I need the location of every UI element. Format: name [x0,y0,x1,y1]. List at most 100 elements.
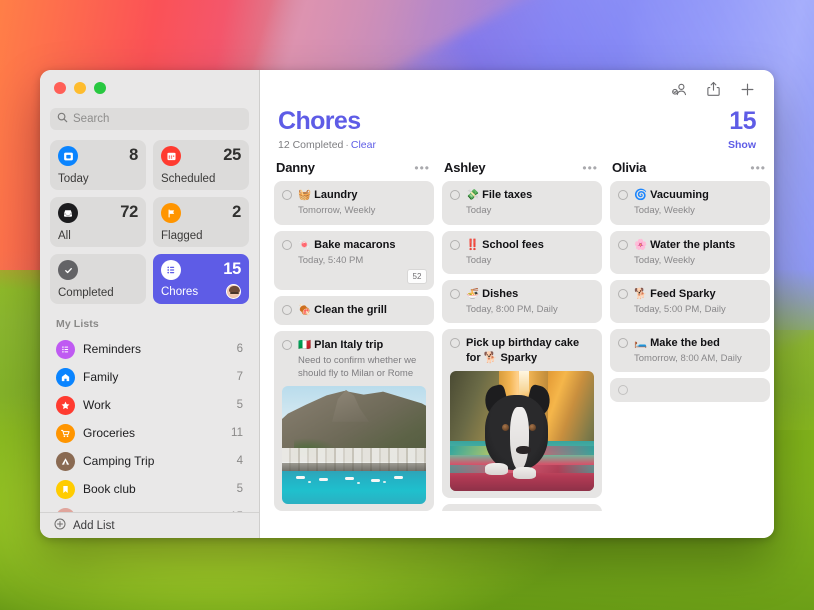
zoom-button[interactable] [94,82,106,94]
column-danny: Danny ••• 🧺 Laundry Tomorrow, Weekly [274,160,434,501]
reminder-subtitle: Today [466,255,594,267]
complete-circle-icon[interactable] [450,240,460,250]
complete-circle-icon[interactable] [618,240,628,250]
reminder-card[interactable]: Pick up birthday cake for 🐕 Sparky [442,329,602,498]
reminder-card[interactable]: 🌀 Vacuuming Today, Weekly [610,181,770,224]
share-button[interactable] [704,80,722,98]
new-reminder-row[interactable] [442,504,602,511]
column-header: Danny ••• [274,160,434,181]
add-reminder-button[interactable] [738,80,756,98]
reminder-card[interactable]: 🍬 Bake macarons Today, 5:40 PM 52 [274,231,434,290]
house-icon [56,368,75,387]
reminder-title-text: Pick up birthday cake for 🐕 Sparky [466,337,579,364]
reminder-card[interactable]: 🧺 Laundry Tomorrow, Weekly [274,181,434,224]
ellipsis-icon[interactable]: ••• [414,162,430,174]
complete-circle-icon[interactable] [282,190,292,200]
reminder-card[interactable]: ‼️ School fees Today [442,231,602,274]
reminder-photo-italy[interactable] [282,386,426,504]
reminder-card[interactable]: 🛏️ Make the bed Tomorrow, 8:00 AM, Daily [610,329,770,372]
completed-summary: 12 Completed·Clear [278,139,376,151]
ellipsis-icon[interactable]: ••• [750,162,766,174]
list-label: Family [83,370,229,384]
close-button[interactable] [54,82,66,94]
reminder-emoji: 🌸 [634,239,647,251]
sidebar-item-family[interactable]: Family 7 [48,363,251,391]
reminder-title: 🐕 Feed Sparky [634,287,762,302]
reminder-emoji: ‼️ [466,239,479,251]
complete-circle-icon[interactable] [618,190,628,200]
column-scroll[interactable]: 🌀 Vacuuming Today, Weekly 🌸 Water the pl… [610,181,770,511]
list-count: 5 [237,399,243,411]
reminder-title: 💸 File taxes [466,188,594,203]
add-list-button[interactable]: Add List [40,512,259,538]
reminder-card[interactable]: 💸 File taxes Today [442,181,602,224]
search-container: Search [40,94,259,130]
reminder-note: Need to confirm whether we should fly to… [298,355,426,381]
attachment-badge[interactable]: 52 [407,269,427,284]
complete-circle-icon[interactable] [450,289,460,299]
list-label: Work [83,398,229,412]
list-label: Camping Trip [83,454,229,468]
sidebar-item-reminders[interactable]: Reminders 6 [48,335,251,363]
column-title: Danny [276,160,315,175]
complete-circle-icon[interactable] [450,190,460,200]
all-label: All [58,230,138,242]
sidebar-item-groceries[interactable]: Groceries 11 [48,419,251,447]
sidebar-item-today[interactable]: 8 Today [50,140,146,190]
show-completed-button[interactable]: Show [728,139,756,151]
reminder-emoji: 🍬 [298,239,311,251]
complete-circle-icon[interactable] [282,305,292,315]
complete-circle-icon[interactable] [618,338,628,348]
search-input[interactable]: Search [50,108,249,130]
reminder-title-text: Vacuuming [650,189,709,201]
complete-circle-icon[interactable] [618,385,628,395]
page-title: Chores [278,108,376,134]
share-participants-button[interactable] [670,80,688,98]
sidebar-item-all[interactable]: 72 All [50,197,146,247]
list-label: Groceries [83,426,223,440]
sidebar-item-book-club[interactable]: Book club 5 [48,475,251,503]
reminder-card[interactable]: 🍖 Clean the grill [274,296,434,325]
sidebar-item-flagged[interactable]: 2 Flagged [153,197,249,247]
reminder-emoji: 🍖 [298,304,311,316]
bookmark-icon [56,480,75,499]
today-label: Today [58,173,138,185]
all-inbox-icon [58,203,78,223]
smart-lists-grid: 8 Today 25 Scheduled [40,130,259,304]
sidebar-item-gardening[interactable]: Gardening 15 [48,503,251,512]
flagged-count: 2 [232,203,241,222]
reminder-emoji: 💸 [466,189,479,201]
reminder-card[interactable]: 🇮🇹 Plan Italy trip Need to confirm wheth… [274,331,434,511]
column-scroll[interactable]: 💸 File taxes Today ‼️ School fees Tod [442,181,602,511]
sidebar-item-scheduled[interactable]: 25 Scheduled [153,140,249,190]
sidebar-item-camping-trip[interactable]: Camping Trip 4 [48,447,251,475]
clear-completed-button[interactable]: Clear [351,139,376,151]
complete-circle-icon[interactable] [450,338,460,348]
column-scroll[interactable]: 🧺 Laundry Tomorrow, Weekly 🍬 Bake macaro… [274,181,434,511]
add-list-label: Add List [73,520,115,532]
sidebar-item-chores[interactable]: 15 Chores [153,254,249,304]
toolbar [260,70,774,108]
reminder-title: 🌀 Vacuuming [634,188,762,203]
reminder-title: 🍖 Clean the grill [298,303,426,318]
main-content: Chores 12 Completed·Clear 15 Show Danny … [260,70,774,538]
minimize-button[interactable] [74,82,86,94]
reminder-card[interactable]: 🐕 Feed Sparky Today, 5:00 PM, Daily [610,280,770,323]
desktop-wallpaper: Search 8 Today [0,0,814,610]
sidebar-item-completed[interactable]: Completed [50,254,146,304]
complete-circle-icon[interactable] [618,289,628,299]
reminder-subtitle: Tomorrow, 8:00 AM, Daily [634,353,762,365]
complete-circle-icon[interactable] [282,240,292,250]
column-title: Olivia [612,160,646,175]
reminder-title-text: Dishes [482,288,518,300]
reminder-card[interactable]: 🌸 Water the plants Today, Weekly [610,231,770,274]
reminder-photo-dog[interactable] [450,371,594,491]
sidebar-item-work[interactable]: Work 5 [48,391,251,419]
new-reminder-row[interactable] [610,378,770,402]
column-header: Olivia ••• [610,160,770,181]
ellipsis-icon[interactable]: ••• [582,162,598,174]
reminder-title: 🇮🇹 Plan Italy trip [298,338,426,353]
complete-circle-icon[interactable] [282,340,292,350]
reminder-card[interactable]: 🍜 Dishes Today, 8:00 PM, Daily [442,280,602,323]
reminder-emoji: 🇮🇹 [298,339,311,351]
